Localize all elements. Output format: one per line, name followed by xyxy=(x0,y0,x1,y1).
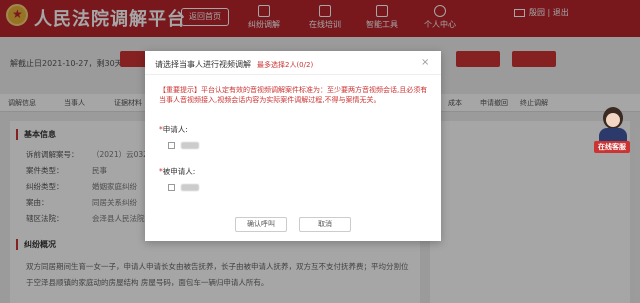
selection-counter: 最多选择2人(0/2) xyxy=(257,61,314,69)
agent-face xyxy=(606,113,620,127)
respondent-label: *被申请人: xyxy=(159,166,195,177)
dialog-header: 请选择当事人进行视频调解 最多选择2人(0/2) × xyxy=(145,51,441,75)
close-icon[interactable]: × xyxy=(421,57,429,68)
respondent-label-text: 被申请人: xyxy=(162,167,196,176)
respondent-checkbox[interactable] xyxy=(168,184,175,191)
applicant-label: *申请人: xyxy=(159,124,188,135)
applicant-checkbox[interactable] xyxy=(168,142,175,149)
online-service-widget[interactable]: 在线客服 xyxy=(593,107,633,157)
dialog-title: 请选择当事人进行视频调解 xyxy=(155,60,251,69)
cancel-button[interactable]: 取消 xyxy=(299,217,351,232)
agent-body xyxy=(599,128,627,142)
online-service-label: 在线客服 xyxy=(594,141,630,153)
video-mediation-dialog: 请选择当事人进行视频调解 最多选择2人(0/2) × 【重要提示】平台认定有效的… xyxy=(145,51,441,241)
applicant-label-text: 申请人: xyxy=(162,125,188,134)
confirm-call-button[interactable]: 确认呼叫 xyxy=(235,217,287,232)
respondent-name-redacted xyxy=(181,184,199,191)
applicant-name-redacted xyxy=(181,142,199,149)
important-notice: 【重要提示】平台认定有效的音视频调解案件标准为：至少要两方音视频会话,且必须有当… xyxy=(159,86,428,104)
